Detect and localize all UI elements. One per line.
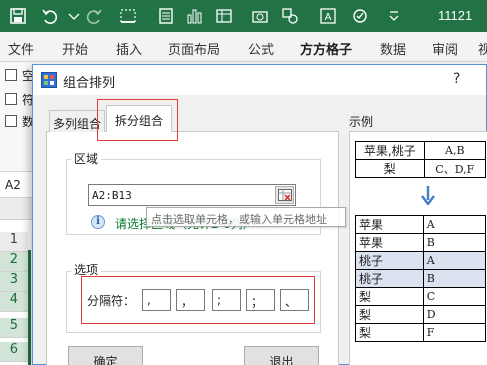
customize-toolbar-icon[interactable] [384,6,404,26]
row-header[interactable]: 6 [0,342,28,362]
grid-corner[interactable] [0,198,32,220]
row-header[interactable]: 4 [0,292,28,312]
table-cell: 梨 [355,305,424,324]
separator-label: 分隔符： [87,294,136,308]
row-header[interactable]: 2 [0,252,28,272]
table-icon[interactable] [214,6,234,26]
undo-icon[interactable] [40,6,60,26]
table-cell: D [422,305,487,324]
table-row: 桃子 B [355,269,487,288]
help-button[interactable]: ? [453,71,460,87]
table-cell: 苹果,桃子 [355,141,425,160]
table-cell: A [422,251,487,270]
table-cell: B [422,269,487,288]
row-header[interactable]: 1 [0,232,28,252]
ribbon-checkbox[interactable] [5,93,17,105]
tab-home[interactable]: 开始 [62,39,88,58]
range-tooltip: 点击选取单元格，或输入单元格地址 [146,207,346,227]
tab-formulas[interactable]: 公式 [248,39,274,58]
save-icon[interactable] [8,6,28,26]
tab-insert[interactable]: 插入 [116,39,142,58]
undo-dropdown-icon[interactable] [64,6,84,26]
exit-button[interactable]: 退出 [244,346,319,365]
dialog-app-icon [41,72,57,88]
table-cell: A,B [423,141,487,160]
table-row: 苹果,桃子 A,B [355,141,487,160]
name-box[interactable]: A2 [0,172,32,198]
form-icon[interactable] [156,6,176,26]
example-source-table: 苹果,桃子 A,B 梨 C、D,F [355,141,487,178]
table-cell: C [422,287,487,306]
table-cell: 梨 [355,159,425,178]
table-cell: 苹果 [355,233,424,252]
separator-input[interactable]: , [142,289,171,311]
selection-border [28,250,31,365]
example-result-table: 苹果 A 苹果 B 桃子 A 桃子 B 梨 C 梨 D 梨 F [355,215,487,342]
shapes-icon[interactable] [280,6,300,26]
down-arrow-icon [421,186,435,205]
table-cell: C、D,F [423,159,487,178]
table-cell: A [422,215,487,234]
table-cell: 桃子 [355,269,424,288]
table-cell: 桃子 [355,251,424,270]
tab-review[interactable]: 审阅 [432,39,458,58]
table-row: 梨F [355,323,487,342]
ribbon-checkbox[interactable] [5,115,17,127]
table-row: 苹果 A [355,215,487,234]
chart-icon[interactable] [184,6,204,26]
dialog-title-bar[interactable]: 组合排列 ? [33,65,486,95]
borders-icon[interactable] [118,6,138,26]
camera-icon[interactable] [250,6,270,26]
example-label: 示例 [349,115,374,129]
tab-page-layout[interactable]: 页面布局 [168,39,220,58]
info-icon: i [91,215,105,229]
text-box-icon[interactable]: A [318,6,338,26]
range-select-button[interactable] [275,186,294,204]
tools-icon[interactable] [350,6,370,26]
excel-title-bar: A 11121 [0,0,487,32]
table-row: 梨C [355,287,487,306]
separator-input[interactable]: ， [176,289,205,311]
range-group-label: 区域 [71,150,102,167]
row-header[interactable]: 3 [0,272,28,292]
table-row: 桃子 A [355,251,487,270]
redo-icon[interactable] [84,6,104,26]
tab-view[interactable]: 视 [478,39,487,58]
dialog-title: 组合排列 [63,76,116,91]
separator-input[interactable]: 、 [280,289,309,311]
workbook-name: 11121 [438,8,473,23]
tab-fangfang[interactable]: 方方格子 [297,39,355,65]
table-cell: B [422,233,487,252]
tab-highlight-box [97,99,178,141]
ribbon-tabs: 文件 开始 插入 页面布局 公式 方方格子 数据 审阅 视 [0,32,487,65]
tab-data[interactable]: 数据 [380,39,406,58]
separator-input[interactable]: ； [246,289,275,311]
row-header[interactable]: 5 [0,318,28,338]
table-cell: 梨 [355,287,424,306]
combination-dialog: 组合排列 ? 多列组合 拆分组合 区域 A2:B13 i 请选择区域（允许2-6… [32,64,487,365]
range-picker-icon [277,189,292,201]
range-input[interactable]: A2:B13 [88,184,296,206]
table-row: 苹果 B [355,233,487,252]
table-cell: 梨 [355,323,424,342]
ok-button[interactable]: 确定 [68,346,143,365]
table-cell: 苹果 [355,215,424,234]
tab-file[interactable]: 文件 [8,39,34,58]
separator-input[interactable]: ; [212,289,241,311]
svg-text:A: A [325,12,332,23]
table-row: 梨D [355,305,487,324]
table-row: 梨 C、D,F [355,159,487,178]
table-cell: F [422,323,487,342]
ribbon-checkbox[interactable] [5,69,17,81]
